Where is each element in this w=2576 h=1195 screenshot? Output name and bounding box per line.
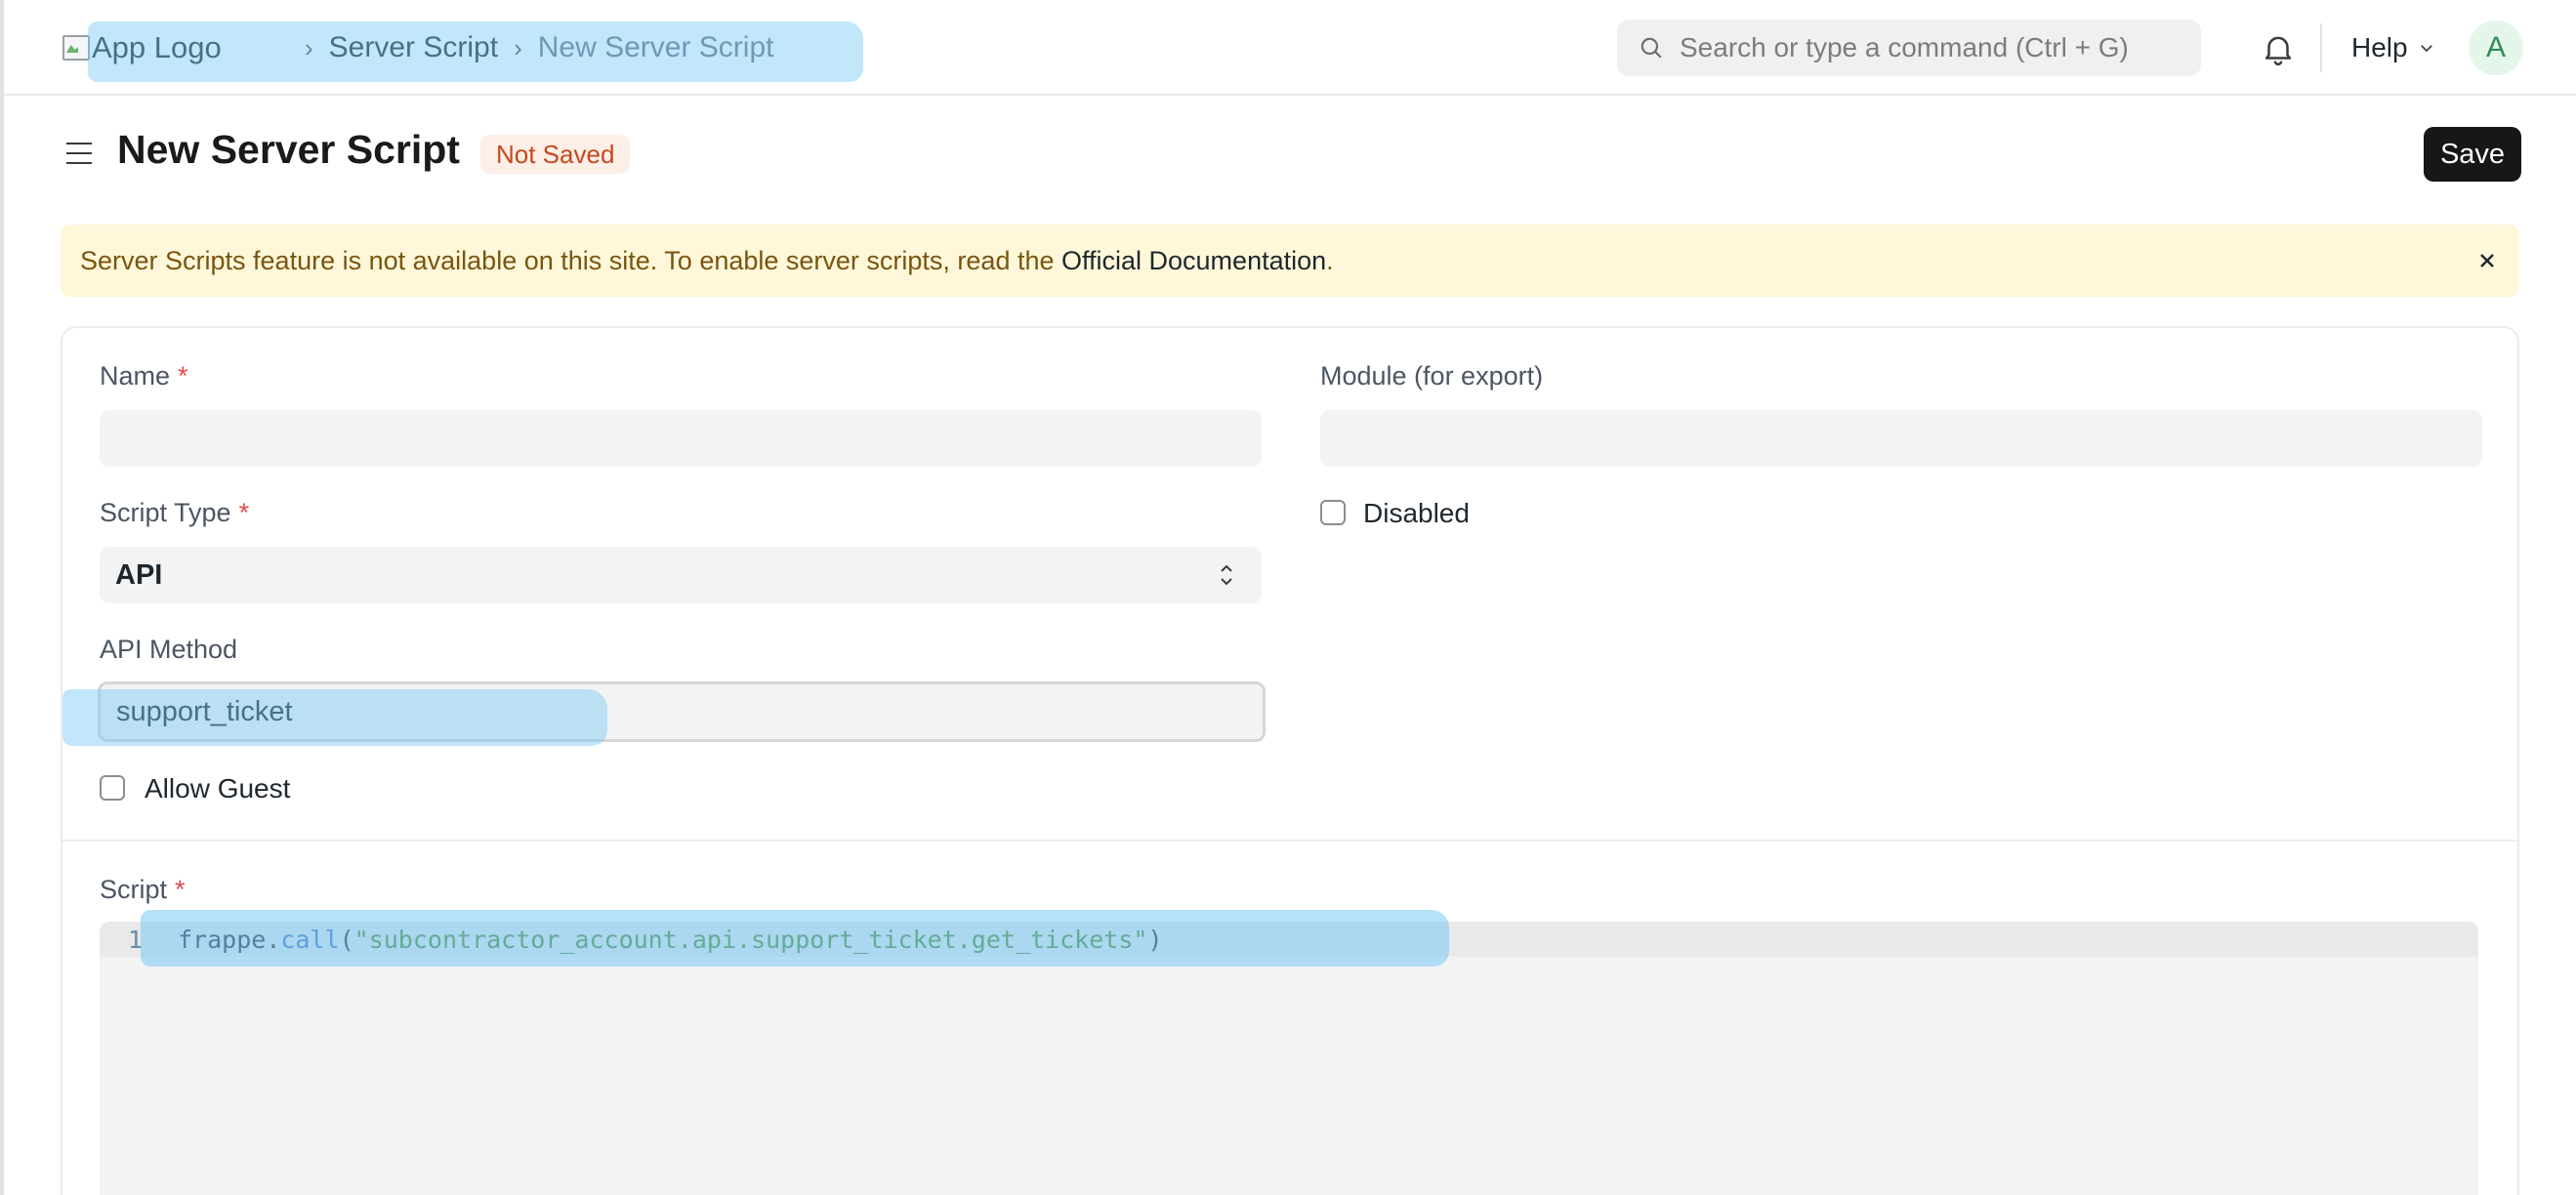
breadcrumb-separator-icon: › (305, 32, 313, 62)
line-number: 1 (127, 925, 143, 954)
alert-banner: Server Scripts feature is not available … (61, 225, 2519, 297)
script-type-value: API (115, 558, 163, 591)
disabled-label: Disabled (1363, 498, 1470, 528)
select-arrows-icon (1221, 564, 1232, 586)
help-label: Help (2351, 32, 2408, 62)
alert-suffix: . (1326, 245, 1334, 275)
help-dropdown[interactable]: Help (2351, 27, 2435, 68)
script-label: Script * (100, 875, 186, 905)
code-token-open-paren: ( (339, 925, 354, 954)
bell-icon[interactable] (2260, 29, 2297, 68)
close-icon[interactable] (2472, 246, 2502, 275)
name-label-text: Name (100, 361, 171, 391)
allow-guest-label: Allow Guest (145, 773, 291, 804)
script-type-label: Script Type * (100, 498, 249, 528)
script-code-editor[interactable]: 1 frappe . call ( "subcontractor_account… (100, 922, 2478, 1195)
broken-image-icon (61, 33, 90, 62)
search-input[interactable] (1680, 32, 2187, 63)
allow-guest-checkbox[interactable] (100, 775, 125, 801)
script-label-text: Script (100, 875, 168, 904)
section-divider (62, 840, 2517, 842)
module-label: Module (for export) (1320, 361, 1544, 391)
script-type-label-text: Script Type (100, 498, 231, 527)
disabled-checkbox[interactable] (1320, 500, 1346, 525)
breadcrumb-server-script[interactable]: Server Script (329, 31, 498, 64)
avatar[interactable]: A (2469, 21, 2523, 75)
hamburger-menu-icon[interactable] (64, 139, 94, 168)
navbar-divider (2320, 23, 2322, 72)
code-token-object: frappe (178, 925, 267, 954)
api-method-field[interactable] (98, 681, 1266, 742)
breadcrumb-separator-icon: › (514, 32, 522, 62)
status-badge: Not Saved (480, 135, 631, 174)
navbar: App Logo › Server Script › New Server Sc… (4, 0, 2576, 96)
search-icon (1641, 37, 1662, 59)
code-token-function: call (280, 925, 340, 954)
window-frame-edge (0, 0, 4, 1195)
app-logo-alt-text: App Logo (92, 30, 222, 64)
required-indicator: * (175, 875, 186, 904)
search-bar[interactable] (1617, 20, 2201, 76)
code-token-dot: . (266, 925, 281, 954)
chevron-down-icon (2420, 45, 2432, 53)
breadcrumb: › Server Script › New Server Script (289, 25, 773, 70)
code-token-string: "subcontractor_account.api.support_ticke… (353, 925, 1148, 954)
alert-message: Server Scripts feature is not available … (80, 246, 1334, 276)
required-indicator: * (178, 361, 188, 391)
app-logo[interactable]: App Logo (61, 25, 222, 70)
code-line: 1 frappe . call ( "subcontractor_account… (100, 922, 1163, 957)
name-label: Name * (100, 361, 188, 391)
code-token-close-paren: ) (1147, 925, 1163, 954)
module-field[interactable] (1320, 410, 2482, 467)
page-title: New Server Script (117, 127, 460, 172)
official-documentation-link[interactable]: Official Documentation (1061, 246, 1326, 275)
name-field[interactable] (100, 410, 1262, 467)
api-method-label: API Method (100, 635, 238, 664)
script-type-select[interactable]: API (100, 547, 1262, 603)
breadcrumb-new-server-script[interactable]: New Server Script (538, 31, 774, 64)
required-indicator: * (238, 498, 250, 527)
save-button[interactable]: Save (2424, 127, 2521, 182)
alert-text: Server Scripts feature is not available … (80, 245, 1061, 275)
